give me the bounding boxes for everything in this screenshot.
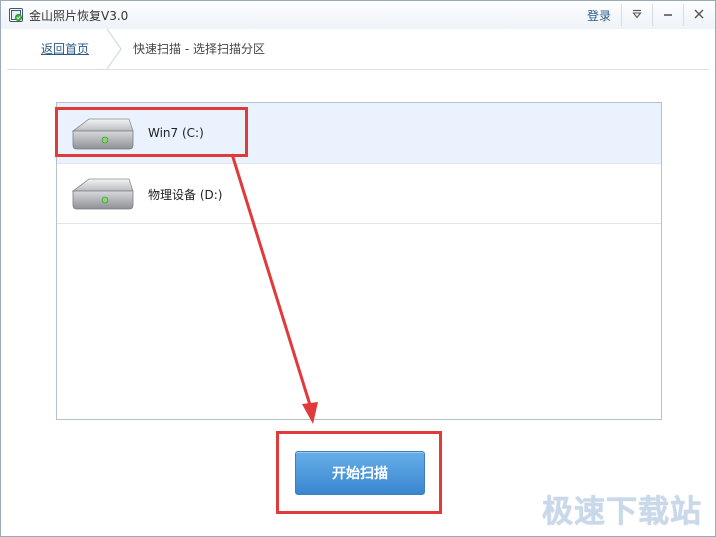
watermark-text: 极速下载站: [542, 494, 702, 530]
annotation-arrow-icon: [230, 153, 318, 424]
